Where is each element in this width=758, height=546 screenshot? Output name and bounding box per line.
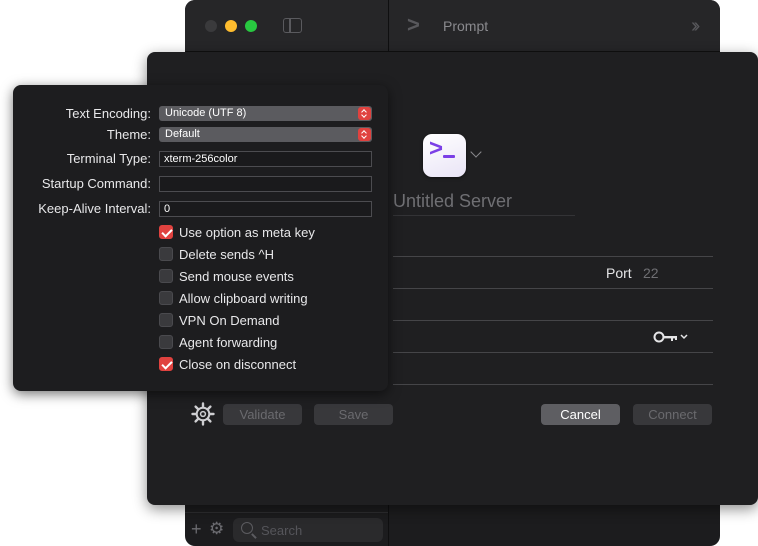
checkbox[interactable] — [159, 291, 173, 305]
terminal-type-label: Terminal Type: — [66, 151, 151, 166]
startup-command-field[interactable] — [159, 176, 372, 192]
theme-select[interactable]: Default — [159, 127, 372, 142]
popup-arrows-icon — [358, 128, 371, 141]
checkbox[interactable] — [159, 225, 173, 239]
cancel-button[interactable]: Cancel — [541, 404, 620, 425]
option-vpn-on-demand[interactable]: VPN On Demand — [159, 311, 279, 329]
option-label: Use option as meta key — [179, 224, 315, 240]
checkbox[interactable] — [159, 269, 173, 283]
username-field[interactable] — [393, 320, 713, 321]
port-field-underline — [393, 288, 713, 289]
save-button[interactable]: Save — [314, 404, 393, 425]
prompt-app-icon-cursor — [443, 155, 455, 158]
theme-value: Default — [165, 128, 200, 140]
search-field[interactable] — [233, 518, 383, 542]
server-name-field[interactable]: Untitled Server — [393, 188, 575, 216]
terminal-type-field[interactable]: xterm-256color — [159, 151, 372, 167]
keep-alive-field[interactable]: 0 — [159, 201, 372, 217]
text-encoding-value: Unicode (UTF 8) — [165, 107, 247, 119]
server-icon-picker[interactable]: > — [423, 134, 466, 177]
title-bar: > Prompt ›› — [185, 0, 720, 52]
password-field[interactable] — [393, 352, 713, 353]
chevron-down-icon[interactable] — [470, 146, 482, 158]
prompt-chevron-icon: > — [407, 12, 420, 37]
option-label: Close on disconnect — [179, 356, 297, 372]
keep-alive-label: Keep-Alive Interval: — [38, 201, 151, 216]
option-delete-sends-h[interactable]: Delete sends ^H — [159, 245, 274, 263]
add-server-icon[interactable]: + — [191, 519, 202, 540]
close-window-button[interactable] — [205, 20, 217, 32]
sidebar-bottom-bar: + ⚙ — [185, 512, 388, 546]
sidebar-toggle-icon[interactable] — [283, 18, 302, 33]
option-label: Allow clipboard writing — [179, 290, 308, 306]
text-encoding-label: Text Encoding: — [65, 106, 151, 121]
zoom-window-button[interactable] — [245, 20, 257, 32]
prompt-app-icon: > — [429, 135, 444, 162]
option-label: VPN On Demand — [179, 312, 280, 328]
popup-arrows-icon — [358, 107, 371, 120]
checkbox[interactable] — [159, 313, 173, 327]
option-label: Agent forwarding — [179, 334, 278, 350]
double-chevron-right-icon[interactable]: ›› — [691, 15, 701, 38]
text-encoding-select[interactable]: Unicode (UTF 8) — [159, 106, 372, 121]
option-label: Send mouse events — [179, 268, 294, 284]
search-input[interactable] — [261, 521, 376, 539]
startup-command-label: Startup Command: — [41, 176, 151, 191]
validate-button[interactable]: Validate — [223, 404, 302, 425]
hostname-field[interactable] — [393, 256, 713, 257]
connect-button[interactable]: Connect — [633, 404, 712, 425]
search-icon — [241, 522, 253, 534]
port-label: Port — [606, 265, 632, 281]
option-mouse-events[interactable]: Send mouse events — [159, 267, 294, 285]
extra-field-underline — [393, 384, 713, 385]
checkbox[interactable] — [159, 335, 173, 349]
option-close-on-disconnect[interactable]: Close on disconnect — [159, 355, 296, 373]
key-icon[interactable] — [653, 330, 689, 344]
window-title: Prompt — [443, 18, 489, 34]
theme-label: Theme: — [106, 127, 151, 142]
port-field[interactable]: 22 — [643, 265, 659, 281]
option-label: Delete sends ^H — [179, 246, 274, 262]
gear-icon[interactable] — [191, 402, 215, 426]
sidebar-gear-icon[interactable]: ⚙ — [209, 519, 224, 539]
option-meta-key[interactable]: Use option as meta key — [159, 223, 315, 241]
advanced-options-popover: Text Encoding: Unicode (UTF 8) Theme: De… — [13, 85, 388, 391]
checkbox[interactable] — [159, 357, 173, 371]
checkbox[interactable] — [159, 247, 173, 261]
option-clipboard-writing[interactable]: Allow clipboard writing — [159, 289, 308, 307]
minimize-window-button[interactable] — [225, 20, 237, 32]
option-agent-forwarding[interactable]: Agent forwarding — [159, 333, 277, 351]
